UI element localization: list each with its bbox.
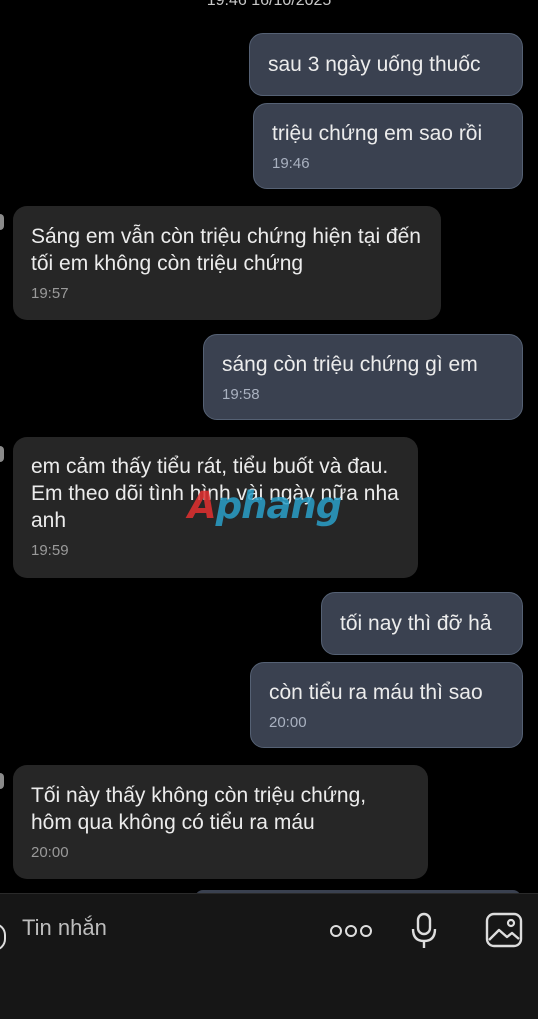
image-icon[interactable] [485, 912, 523, 948]
message-incoming[interactable]: Sáng em vẫn còn triệu chứng hiện tại đến… [13, 206, 441, 320]
message-incoming[interactable]: Tối này thấy không còn triệu chứng, hôm … [13, 765, 428, 879]
message-time: 19:58 [222, 386, 260, 403]
message-incoming[interactable]: em cảm thấy tiểu rát, tiểu buốt và đau. … [13, 437, 418, 578]
message-text: sau 3 ngày uống thuốc [268, 53, 481, 76]
message-text: Sáng em vẫn còn triệu chứng hiện tại đến… [31, 225, 421, 275]
message-text: triệu chứng em sao rồi [272, 122, 483, 145]
timestamp-header: 19:46 16/10/2025 [206, 0, 332, 9]
microphone-icon[interactable] [410, 912, 438, 950]
message-outgoing[interactable]: sáng còn triệu chứng gì em 19:58 [203, 334, 523, 420]
message-time: 20:00 [31, 844, 69, 861]
message-text: còn tiểu ra máu thì sao [269, 681, 483, 704]
message-outgoing[interactable]: triệu chứng em sao rồi 19:46 [253, 103, 523, 189]
message-input[interactable]: Tin nhắn [22, 915, 107, 941]
message-time: 20:00 [269, 714, 307, 731]
composer-bar [0, 893, 538, 1019]
message-text: tối nay thì đỡ hả [340, 612, 492, 635]
message-time: 19:59 [31, 542, 69, 559]
message-outgoing[interactable]: còn tiểu ra máu thì sao 20:00 [250, 662, 523, 748]
message-time: 19:57 [31, 285, 69, 302]
message-time: 19:46 [272, 155, 310, 172]
message-text: em cảm thấy tiểu rát, tiểu buốt và đau. … [31, 455, 399, 532]
avatar[interactable] [0, 446, 4, 462]
avatar[interactable] [0, 214, 4, 230]
more-icon[interactable] [329, 924, 373, 938]
message-outgoing[interactable]: sau 3 ngày uống thuốc [249, 33, 523, 96]
message-text: sáng còn triệu chứng gì em [222, 353, 478, 376]
message-outgoing[interactable]: tối nay thì đỡ hả [321, 592, 523, 655]
message-text: Tối này thấy không còn triệu chứng, hôm … [31, 784, 367, 834]
avatar[interactable] [0, 773, 4, 789]
